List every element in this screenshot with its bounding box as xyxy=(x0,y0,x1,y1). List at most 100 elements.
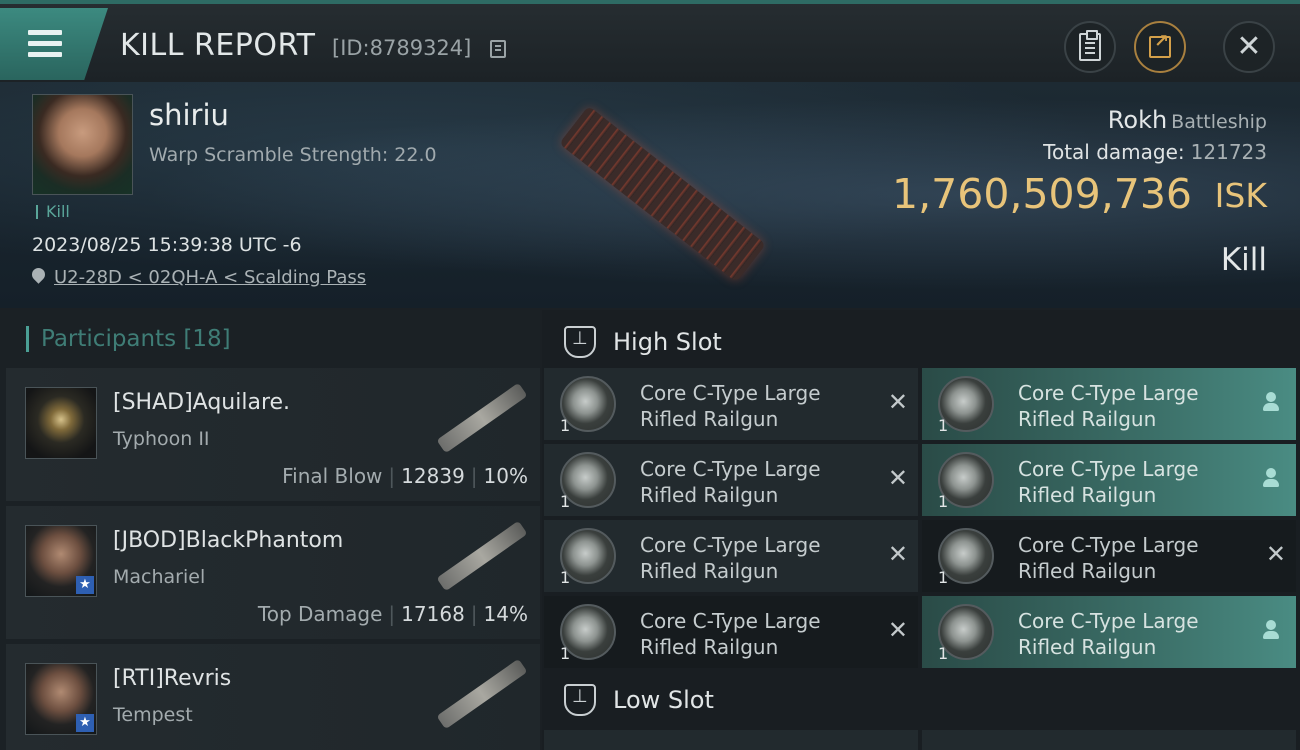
person-icon-body xyxy=(1263,403,1279,411)
module-name-line2: Rifled Railgun xyxy=(640,635,779,659)
ship-silhouette xyxy=(436,658,528,730)
close-icon: ✕ xyxy=(1236,29,1262,64)
star-badge-icon: ★ xyxy=(76,714,94,732)
person-icon-head xyxy=(1266,620,1276,630)
person-icon xyxy=(1260,466,1282,490)
module-item[interactable]: 1 Core C-Type Large Rifled Railgun ✕ xyxy=(922,520,1296,592)
kill-datetime: 2023/08/25 15:39:38 UTC -6 xyxy=(32,234,302,256)
total-damage-value: 121723 xyxy=(1190,140,1267,164)
participant-ship-image xyxy=(422,650,532,740)
participants-list: [SHAD]Aquilare. Typhoon II Final Blow | 12… xyxy=(6,368,540,750)
module-name-line2: Rifled Railgun xyxy=(640,483,779,507)
module-quantity: 1 xyxy=(938,568,949,587)
module-item[interactable]: 1 Core C-Type Large Rifled Railgun ✕ xyxy=(544,520,918,592)
person-icon xyxy=(1260,618,1282,642)
stat-separator: | xyxy=(470,602,478,626)
participant-ship-image xyxy=(422,512,532,602)
module-name: Core C-Type Large Rifled Railgun xyxy=(1018,532,1238,584)
isk-value: 1,760,509,736 xyxy=(892,170,1192,218)
module-item[interactable]: 1 Core C-Type Large Rifled Railgun ✕ xyxy=(544,368,918,440)
module-name-line2: Rifled Railgun xyxy=(1018,559,1157,583)
module-quantity: 1 xyxy=(560,492,571,511)
module-name: Core C-Type Large Rifled Railgun xyxy=(640,456,860,508)
low-slot-title: Low Slot xyxy=(613,686,714,714)
module-name-line1: Core C-Type Large xyxy=(1018,381,1199,405)
participant-damage: 12839 xyxy=(401,464,465,488)
module-name: Core C-Type Large Rifled Railgun xyxy=(640,380,860,432)
close-button[interactable]: ✕ xyxy=(1223,21,1275,73)
module-quantity: 1 xyxy=(938,492,949,511)
x-icon: ✕ xyxy=(1265,540,1286,568)
total-damage: Total damage: 121723 xyxy=(1043,140,1267,164)
share-button[interactable] xyxy=(1134,21,1186,73)
module-item[interactable]: 1 Core C-Type Large Rifled Railgun ✕ xyxy=(544,596,918,668)
clipboard-icon xyxy=(1079,30,1101,61)
person-icon-head xyxy=(1266,468,1276,478)
x-icon: ✕ xyxy=(887,540,908,568)
module-name: Core C-Type Large Rifled Railgun xyxy=(1018,608,1238,660)
low-slot-header: Low Slot xyxy=(542,672,1300,728)
fitting-panel: High Slot 1 Core C-Type LargeRifled Rail… xyxy=(542,310,1300,750)
participant-row[interactable]: [SHAD]Aquilare. Typhoon II Final Blow | 12… xyxy=(6,368,540,501)
module-name: Core C-Type Large Rifled Railgun xyxy=(640,532,860,584)
module-item[interactable] xyxy=(544,730,918,750)
stat-separator: | xyxy=(388,602,396,626)
share-icon xyxy=(1149,31,1171,58)
module-name-line1: Core C-Type Large xyxy=(1018,609,1199,633)
high-slot-grid: 1 Core C-Type Large Rifled Railgun ✕ 1 Co… xyxy=(542,368,1300,672)
module-item[interactable]: 1 Core C-Type Large Rifled Railgun ✕ xyxy=(544,444,918,516)
participant-row[interactable]: ★ [JBOD]BlackPhantom Machariel Top Damag… xyxy=(6,506,540,639)
participant-avatar[interactable]: ★ xyxy=(25,663,97,735)
participants-header: Participants [18] xyxy=(26,326,231,352)
x-icon: ✕ xyxy=(887,616,908,644)
location-pin-icon xyxy=(29,265,48,284)
slot-icon xyxy=(564,684,596,716)
module-item[interactable]: 1 Core C-Type Large Rifled Railgun xyxy=(922,368,1296,440)
module-name-line1: Core C-Type Large xyxy=(640,457,821,481)
stat-separator: | xyxy=(388,464,396,488)
module-item[interactable] xyxy=(922,730,1296,750)
participant-damage: 17168 xyxy=(401,602,465,626)
participants-panel: Participants [18] [SHAD]Aquilare. Typhoo… xyxy=(0,310,540,750)
isk-unit: ISK xyxy=(1214,176,1267,215)
ship-hull xyxy=(559,105,766,283)
menu-button[interactable] xyxy=(0,8,108,80)
x-icon: ✕ xyxy=(887,388,908,416)
x-icon: ✕ xyxy=(887,464,908,492)
participant-ship: Typhoon II xyxy=(113,428,210,450)
participant-avatar[interactable]: ★ xyxy=(25,525,97,597)
person-icon-body xyxy=(1263,631,1279,639)
participant-ship-image xyxy=(422,374,532,464)
ship-name: Rokh xyxy=(1107,106,1168,134)
ship-silhouette xyxy=(436,520,528,592)
module-quantity: 1 xyxy=(938,416,949,435)
location-link[interactable]: U2-28D < 02QH-A < Scalding Pass xyxy=(54,267,366,288)
module-name-line1: Core C-Type Large xyxy=(640,609,821,633)
module-item[interactable]: 1 Core C-Type Large Rifled Railgun xyxy=(922,444,1296,516)
participant-percent: 14% xyxy=(483,602,528,626)
clipboard-button[interactable] xyxy=(1064,21,1116,73)
stat-separator: | xyxy=(470,464,478,488)
victim-avatar[interactable] xyxy=(32,94,133,195)
module-name-line2: Rifled Railgun xyxy=(1018,407,1157,431)
module-name-line1: Core C-Type Large xyxy=(1018,457,1199,481)
participant-row[interactable]: ★ [RTI]Revris Tempest xyxy=(6,644,540,750)
module-item[interactable]: 1 Core C-Type Large Rifled Railgun xyxy=(922,596,1296,668)
high-slot-header: High Slot xyxy=(542,314,1300,370)
high-slot-title: High Slot xyxy=(613,328,722,356)
participant-name: [SHAD]Aquilare. xyxy=(113,390,291,415)
kill-status: Kill xyxy=(1220,242,1267,278)
participant-ship: Tempest xyxy=(113,704,193,726)
module-name: Core C-Type Large Rifled Railgun xyxy=(640,608,860,660)
participant-percent: 10% xyxy=(483,464,528,488)
victim-name[interactable]: shiriu xyxy=(149,98,229,132)
person-icon-body xyxy=(1263,479,1279,487)
ship-type: Rokh Battleship xyxy=(1108,106,1267,134)
module-quantity: 1 xyxy=(560,568,571,587)
module-name-line2: Rifled Railgun xyxy=(640,407,779,431)
module-name-line1: Core C-Type Large xyxy=(1018,533,1199,557)
participant-avatar[interactable] xyxy=(25,387,97,459)
module-name: Core C-Type Large Rifled Railgun xyxy=(1018,456,1238,508)
copy-icon[interactable] xyxy=(490,40,506,58)
module-name-line2: Rifled Railgun xyxy=(1018,635,1157,659)
